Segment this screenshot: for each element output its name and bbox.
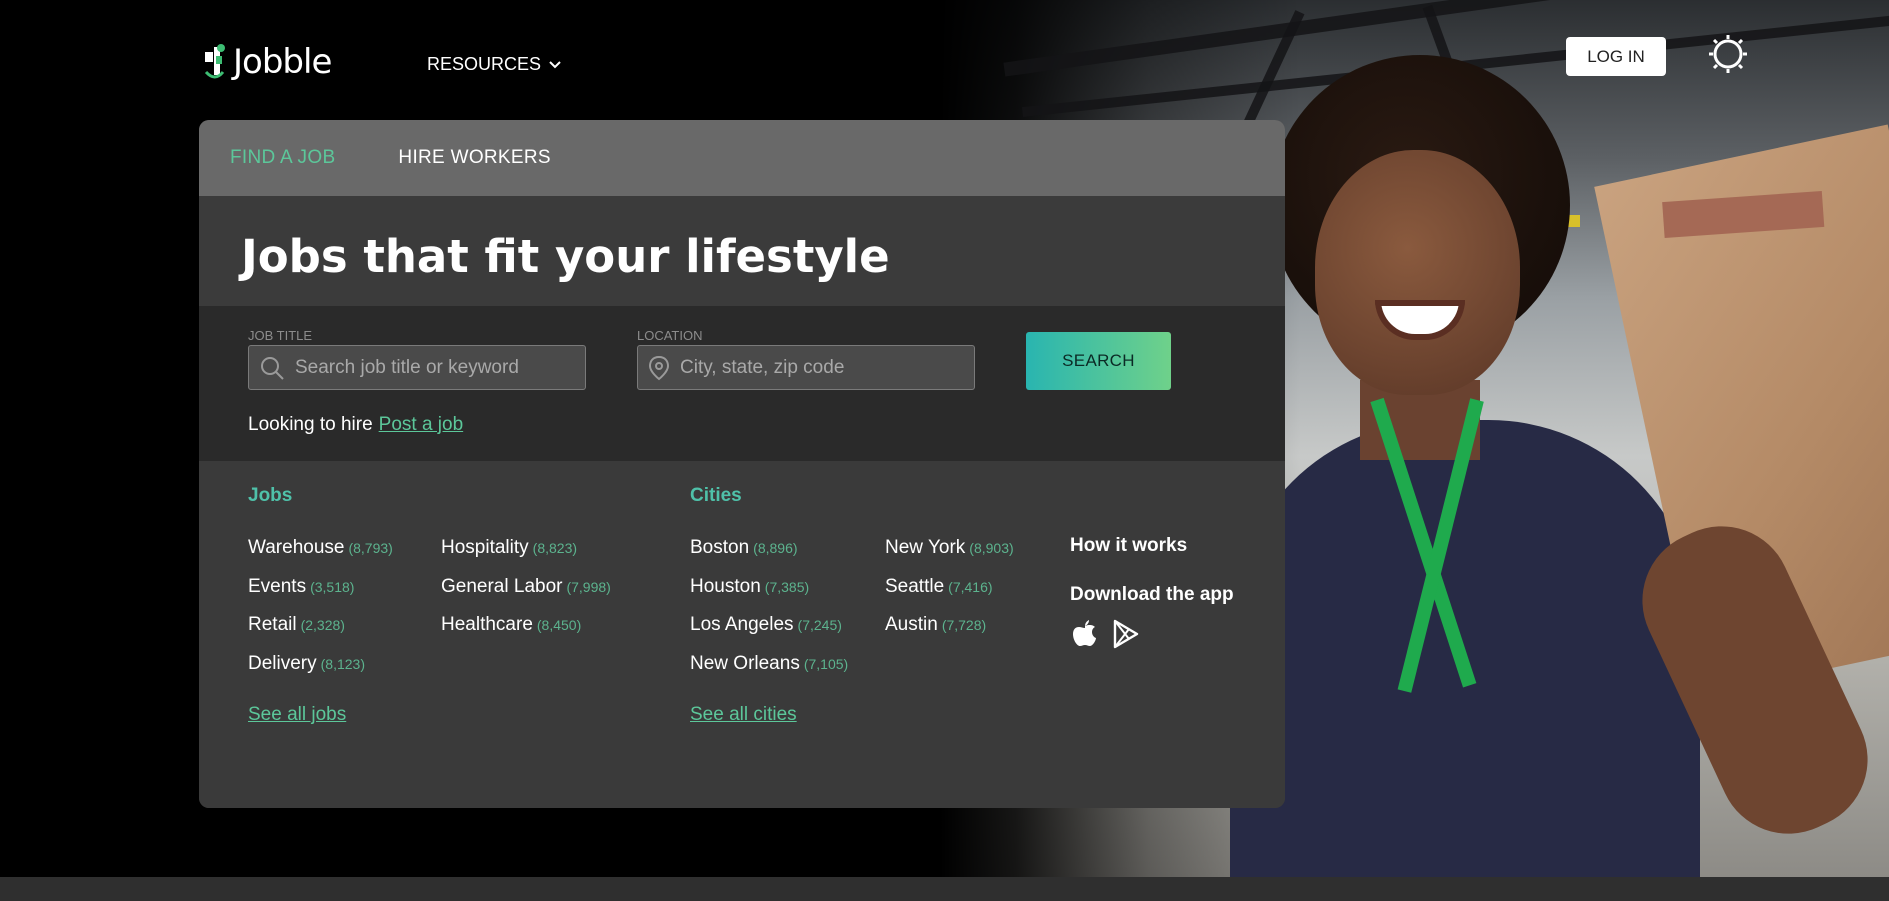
hire-text: Looking to hire	[248, 414, 373, 435]
location-pin-icon	[648, 355, 670, 380]
hire-prompt: Looking to hire Post a job	[248, 414, 463, 436]
resources-label: RESOURCES	[427, 54, 542, 74]
how-it-works-link[interactable]: How it works	[1070, 535, 1187, 557]
location-input[interactable]	[680, 356, 960, 379]
job-link-retail[interactable]: Retail (2,328)	[248, 614, 345, 636]
search-section: JOB TITLE LOCATION SEARCH Looking to hir…	[199, 306, 1285, 461]
browse-section: Jobs Warehouse (8,793) Events (3,518) Reta…	[199, 461, 1285, 808]
google-play-icon[interactable]	[1111, 619, 1141, 649]
page-title: Jobs that fit your lifestyle	[241, 230, 890, 283]
city-link-boston[interactable]: Boston (8,896)	[690, 537, 798, 559]
job-title-label: JOB TITLE	[248, 328, 313, 343]
page: Jobble RESOURCES LOG IN FIND A JOB HIRE …	[0, 0, 1889, 901]
job-link-general-labor[interactable]: General Labor (7,998)	[441, 576, 611, 598]
job-title-field[interactable]	[248, 345, 586, 390]
search-button[interactable]: SEARCH	[1026, 332, 1171, 390]
job-link-delivery[interactable]: Delivery (8,123)	[248, 653, 365, 675]
resources-menu[interactable]: RESOURCES	[427, 54, 561, 75]
see-all-jobs-link[interactable]: See all jobs	[248, 704, 346, 726]
tab-find-a-job[interactable]: FIND A JOB	[230, 147, 335, 169]
city-link-houston[interactable]: Houston (7,385)	[690, 576, 809, 598]
city-link-los-angeles[interactable]: Los Angeles (7,245)	[690, 614, 842, 636]
tab-bar: FIND A JOB HIRE WORKERS	[199, 120, 1285, 196]
city-link-new-orleans[interactable]: New Orleans (7,105)	[690, 653, 848, 675]
job-link-warehouse[interactable]: Warehouse (8,793)	[248, 537, 393, 559]
jobble-logo[interactable]: Jobble	[203, 42, 332, 82]
city-link-austin[interactable]: Austin (7,728)	[885, 614, 986, 636]
location-field[interactable]	[637, 345, 975, 390]
city-link-seattle[interactable]: Seattle (7,416)	[885, 576, 993, 598]
tab-hire-workers[interactable]: HIRE WORKERS	[398, 147, 550, 169]
logo-text: Jobble	[233, 42, 332, 82]
login-button[interactable]: LOG IN	[1566, 37, 1666, 76]
post-a-job-link[interactable]: Post a job	[379, 414, 464, 435]
logo-icon	[204, 44, 225, 79]
sun-icon[interactable]	[1708, 34, 1748, 74]
location-label: LOCATION	[637, 328, 703, 343]
search-icon	[261, 356, 284, 380]
download-app-link[interactable]: Download the app	[1070, 584, 1234, 606]
job-link-events[interactable]: Events (3,518)	[248, 576, 354, 598]
footer-strip	[0, 877, 1889, 901]
cities-heading: Cities	[690, 485, 742, 506]
headline-section: Jobs that fit your lifestyle	[199, 196, 1285, 306]
chevron-down-icon	[549, 60, 561, 68]
job-search-card: FIND A JOB HIRE WORKERS Jobs that fit yo…	[199, 120, 1285, 808]
see-all-cities-link[interactable]: See all cities	[690, 704, 797, 726]
job-link-hospitality[interactable]: Hospitality (8,823)	[441, 537, 577, 559]
job-title-input[interactable]	[295, 356, 575, 379]
apple-icon[interactable]	[1070, 619, 1100, 649]
jobs-heading: Jobs	[248, 485, 293, 506]
job-link-healthcare[interactable]: Healthcare (8,450)	[441, 614, 581, 636]
city-link-new-york[interactable]: New York (8,903)	[885, 537, 1014, 559]
